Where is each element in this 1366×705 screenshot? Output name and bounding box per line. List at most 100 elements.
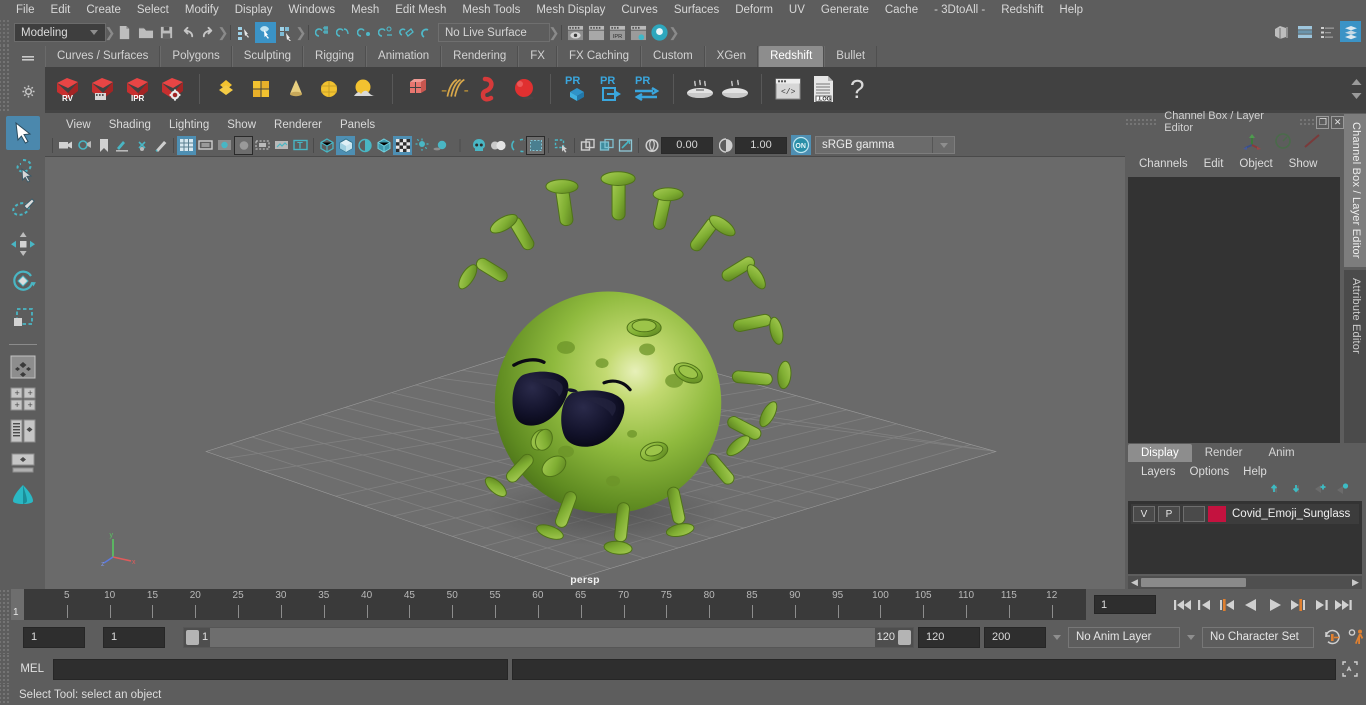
textured-icon[interactable] (374, 136, 393, 155)
redshift-sphere-button[interactable] (508, 71, 540, 106)
create-layer-from-selected-icon[interactable] (1334, 483, 1350, 499)
xray-active-components-icon[interactable] (597, 136, 616, 155)
xray-joints-icon[interactable] (578, 136, 597, 155)
show-hide-modeling-toolkit-icon[interactable] (1271, 21, 1292, 42)
command-line-grip[interactable] (0, 654, 11, 684)
gamma-field[interactable]: 1.00 (735, 136, 787, 154)
menu-file[interactable]: File (8, 0, 43, 20)
redshift-proxy-convert-pr-button[interactable]: PR (631, 71, 663, 106)
anim-start-field[interactable]: 1 (103, 626, 165, 648)
four-view-layout-icon[interactable]: + + + + (6, 385, 40, 413)
menu-create[interactable]: Create (78, 0, 129, 20)
menu-select[interactable]: Select (129, 0, 177, 20)
channel-box-menu-edit[interactable]: Edit (1196, 158, 1232, 170)
status-line-grip[interactable] (0, 20, 11, 45)
channel-box-list[interactable] (1128, 177, 1340, 443)
motion-blur-icon[interactable] (488, 136, 507, 155)
channel-box-menu-show[interactable]: Show (1281, 158, 1326, 170)
playback-end-field[interactable]: 200 (984, 626, 1046, 648)
outliner-persp-layout-icon[interactable] (6, 417, 40, 445)
ao-icon[interactable] (431, 136, 450, 155)
show-hide-channel-box-icon[interactable] (1340, 21, 1361, 42)
isolate-select-icon[interactable] (526, 135, 545, 155)
snap-to-curve-icon[interactable] (333, 22, 354, 43)
redshift-proxy-import-pr-button[interactable]: PR (596, 71, 628, 106)
menu-display[interactable]: Display (227, 0, 281, 20)
viewport-menu-show[interactable]: Show (218, 119, 265, 131)
rotate-tool-button[interactable] (6, 264, 40, 298)
shelf-tab-sculpting[interactable]: Sculpting (231, 46, 304, 67)
anim-layer-selector[interactable]: No Anim Layer (1068, 626, 1180, 648)
play-backwards-icon[interactable] (1241, 595, 1261, 615)
redshift-proxy-button[interactable] (403, 71, 435, 106)
panel-grip-right[interactable] (1298, 117, 1317, 127)
viewport-menu-shading[interactable]: Shading (100, 119, 160, 131)
menu-help[interactable]: Help (1051, 0, 1091, 20)
channel-box-menu-channels[interactable]: Channels (1131, 158, 1196, 170)
bookmark-icon[interactable] (94, 136, 113, 155)
redshift-render-view-button[interactable]: RV (52, 71, 84, 106)
panel-grip-left[interactable] (1125, 117, 1159, 127)
go-to-end-icon[interactable] (1333, 595, 1353, 615)
scale-manip-icon[interactable] (1302, 132, 1324, 153)
grease-pencil-icon[interactable] (151, 136, 170, 155)
menu-mesh[interactable]: Mesh (343, 0, 387, 20)
character-set-selector[interactable]: No Character Set (1202, 626, 1314, 648)
create-new-layer-icon[interactable] (1312, 483, 1328, 499)
open-scene-icon[interactable] (135, 22, 156, 43)
exposure-icon[interactable] (642, 136, 661, 155)
shelf-tab-fx-caching[interactable]: FX Caching (556, 46, 642, 67)
auto-key-icon[interactable] (1322, 627, 1342, 647)
menu-edit-mesh[interactable]: Edit Mesh (387, 0, 454, 20)
anim-layer-chevron-icon[interactable] (1050, 634, 1064, 640)
layer-list[interactable]: V P Covid_Emoji_Sunglass (1128, 501, 1362, 574)
redshift-proxy-export-pr-button[interactable]: PR (561, 71, 593, 106)
help-line-grip[interactable] (0, 684, 11, 705)
layer-playback-toggle[interactable]: P (1158, 506, 1180, 522)
shelf-tab-bullet[interactable]: Bullet (824, 46, 878, 67)
shelf-tab-rigging[interactable]: Rigging (303, 46, 367, 67)
shelf-tab-redshift[interactable]: Redshift (758, 46, 825, 67)
time-slider-grip[interactable] (0, 589, 11, 620)
redshift-hair-button[interactable] (438, 71, 470, 106)
menu-cache[interactable]: Cache (877, 0, 926, 20)
lasso-select-tool-button[interactable] (6, 153, 40, 187)
viewport-menu-view[interactable]: View (57, 119, 100, 131)
grid-toggle-icon[interactable] (177, 135, 196, 155)
menu-uv[interactable]: UV (781, 0, 813, 20)
menu-modify[interactable]: Modify (177, 0, 227, 20)
two-d-pan-zoom-icon[interactable] (132, 136, 151, 155)
anim-end-field[interactable]: 120 (918, 626, 980, 648)
restore-window-icon[interactable]: ❐ (1316, 115, 1330, 129)
rotate-manip-icon[interactable] (1274, 132, 1292, 153)
viewport-menu-renderer[interactable]: Renderer (265, 119, 331, 131)
command-language-label[interactable]: MEL (11, 663, 53, 675)
snap-to-view-plane-icon[interactable] (396, 22, 417, 43)
redshift-log-button[interactable]: .LOG (807, 71, 839, 106)
menu-edit[interactable]: Edit (43, 0, 79, 20)
layer-name[interactable]: Covid_Emoji_Sunglass (1232, 508, 1350, 520)
color-management-toggle-icon[interactable]: ON (791, 135, 811, 155)
snap-to-grid-icon[interactable] (312, 22, 333, 43)
play-forwards-icon[interactable] (1264, 595, 1284, 615)
paint-select-tool-button[interactable] (6, 190, 40, 224)
redshift-dome-light-button[interactable] (350, 71, 382, 106)
scale-tool-button[interactable] (6, 301, 40, 335)
film-gate-icon[interactable] (196, 136, 215, 155)
layer-list-scrollbar[interactable]: ◀ ▶ (1128, 576, 1362, 589)
redshift-sprite-button[interactable] (473, 71, 505, 106)
shelf-scroll-buttons[interactable] (1348, 67, 1364, 110)
camera-attributes-icon[interactable] (75, 136, 94, 155)
range-handle-knob-right[interactable] (898, 629, 911, 645)
menu-curves[interactable]: Curves (613, 0, 665, 20)
table-row[interactable]: V P Covid_Emoji_Sunglass (1131, 504, 1359, 524)
layer-menu-help[interactable]: Help (1236, 466, 1274, 478)
range-slider[interactable]: 1 120 (183, 626, 914, 648)
vertical-tab-channel-box[interactable]: Channel Box / Layer Editor (1344, 114, 1366, 267)
color-management-selector[interactable]: sRGB gamma (815, 136, 955, 154)
show-hide-tool-settings-icon[interactable] (1317, 21, 1338, 42)
gate-mask-icon[interactable] (234, 135, 253, 155)
command-input[interactable] (53, 658, 508, 680)
shaded-wireframe-icon[interactable] (355, 136, 374, 155)
title-safe-icon[interactable]: T (291, 136, 310, 155)
